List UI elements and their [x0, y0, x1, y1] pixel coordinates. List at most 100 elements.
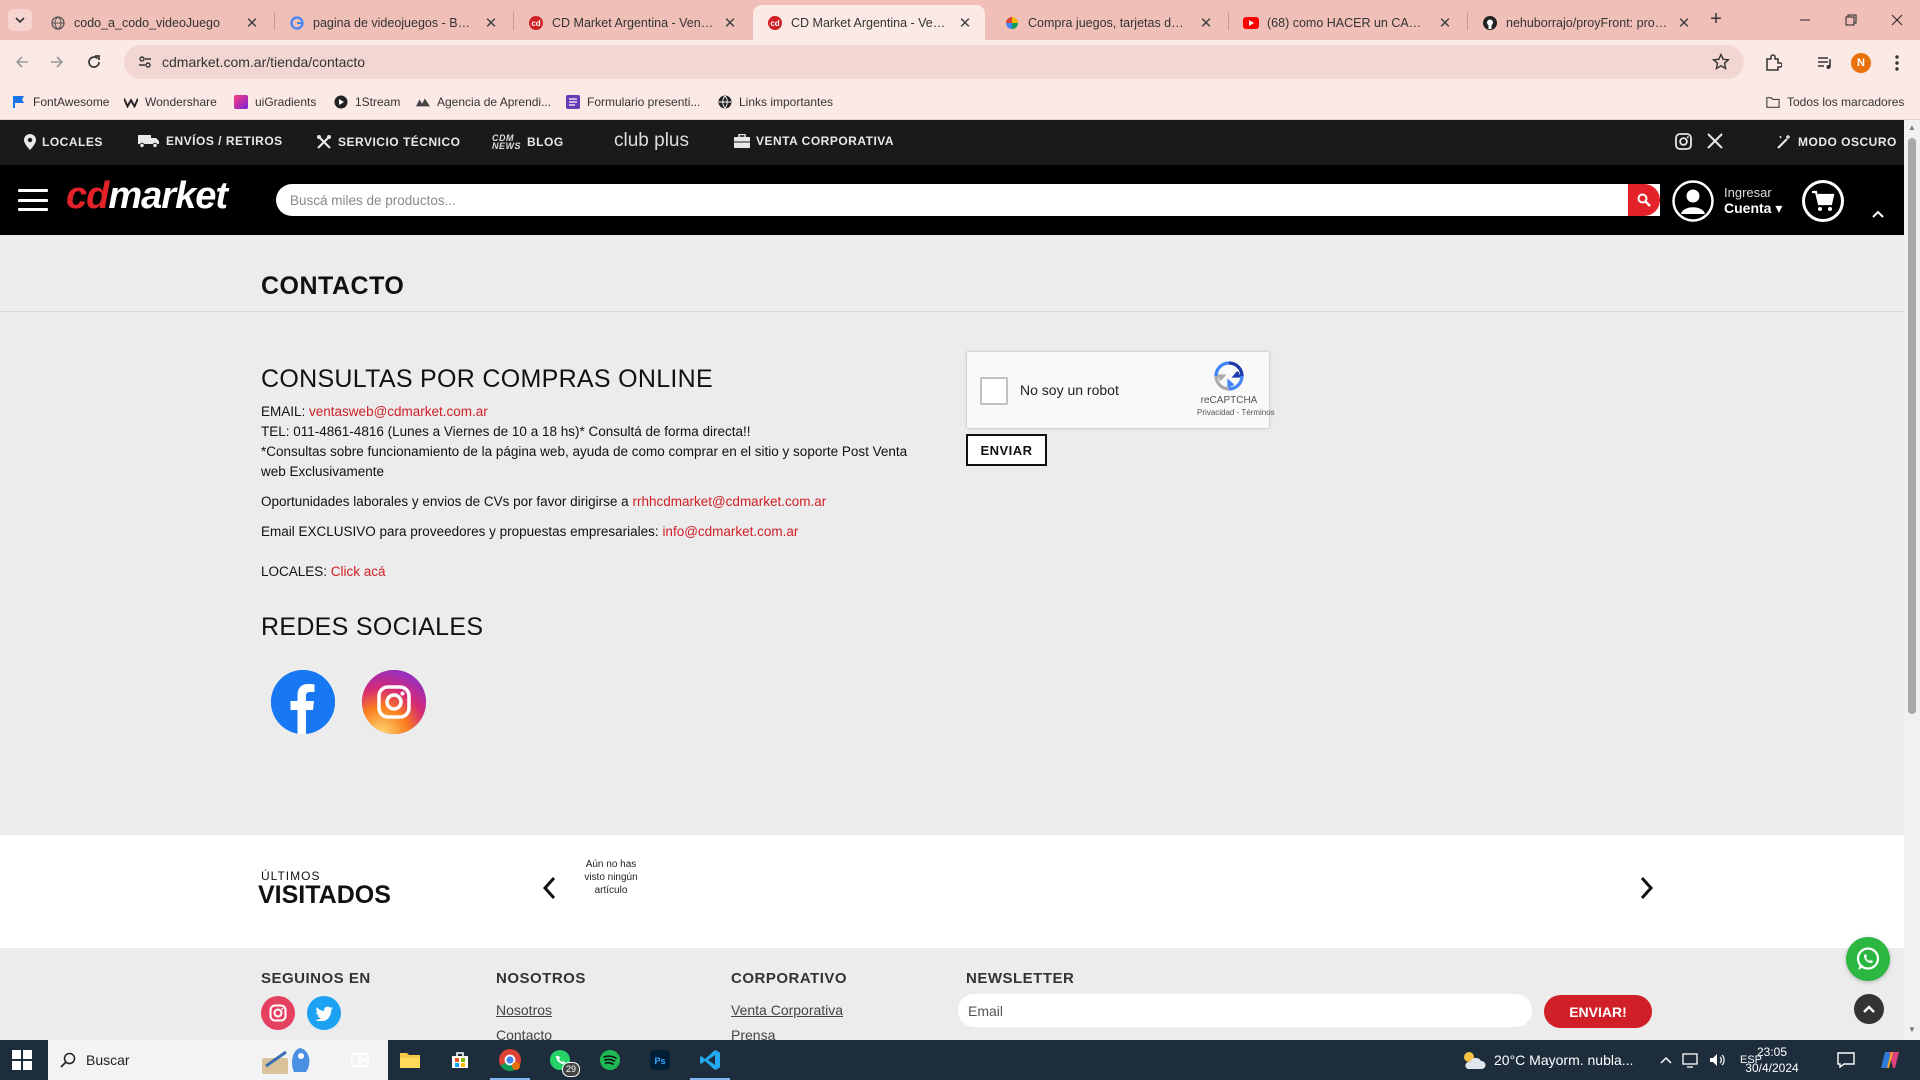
send-button[interactable]: ENVIAR — [966, 434, 1047, 466]
taskbar-task-view[interactable] — [336, 1040, 384, 1080]
reload-button[interactable] — [82, 50, 106, 74]
newsletter-submit-button[interactable]: ENVIAR! — [1544, 995, 1652, 1028]
footer-link-prensa[interactable]: Prensa — [731, 1027, 775, 1040]
carousel-next-button[interactable] — [1635, 873, 1659, 903]
nav-servicio-tecnico[interactable]: SERVICIO TÉCNICO — [316, 134, 460, 150]
instagram-icon[interactable] — [261, 996, 295, 1030]
taskbar-photoshop[interactable]: Ps — [636, 1040, 684, 1080]
bookmark-item[interactable]: Agencia de Aprendi... — [416, 93, 551, 111]
dark-mode-toggle[interactable]: MODO OSCURO — [1776, 134, 1897, 150]
media-control-icon[interactable] — [1814, 52, 1836, 74]
x-twitter-icon[interactable] — [1707, 133, 1723, 149]
cdm-news-logo-line2: NEWS — [492, 141, 521, 151]
browser-tab[interactable]: nehuborrajo/proyFront: proyecto ✕ — [1468, 5, 1704, 40]
bookmark-item[interactable]: FontAwesome — [12, 93, 109, 111]
newsletter-email-input[interactable] — [958, 994, 1532, 1027]
browser-tab[interactable]: Compra juegos, tarjetas de regalo ✕ — [990, 5, 1226, 40]
instagram-icon[interactable] — [362, 670, 426, 734]
close-icon[interactable]: ✕ — [722, 15, 738, 32]
cdmarket-icon: cd — [528, 15, 544, 31]
footer-link-venta-corporativa[interactable]: Venta Corporativa — [731, 1002, 843, 1018]
close-icon[interactable]: ✕ — [1437, 15, 1453, 32]
restore-button[interactable] — [1828, 6, 1874, 34]
site-info-icon[interactable] — [128, 45, 162, 79]
youtube-icon — [1243, 15, 1259, 31]
browser-tab-active[interactable]: cd CD Market Argentina - Venta en ✕ — [753, 5, 985, 40]
hamburger-menu-icon[interactable] — [18, 189, 48, 211]
nav-locales[interactable]: LOCALES — [24, 134, 103, 150]
search-input[interactable] — [276, 192, 1660, 208]
forward-button[interactable] — [45, 50, 69, 74]
chrome-menu-icon[interactable] — [1886, 52, 1908, 74]
collapse-header-button[interactable] — [1862, 205, 1894, 223]
close-icon[interactable]: ✕ — [483, 15, 499, 32]
notifications-button[interactable] — [1822, 1040, 1870, 1080]
taskbar-spotify[interactable] — [586, 1040, 634, 1080]
whatsapp-button[interactable] — [1846, 937, 1890, 981]
close-icon[interactable]: ✕ — [1676, 15, 1692, 32]
all-bookmarks-label: Todos los marcadores — [1787, 95, 1905, 109]
locales-label: LOCALES: — [261, 564, 328, 579]
bookmark-item[interactable]: Links importantes — [718, 93, 833, 111]
account-menu[interactable]: Ingresar Cuenta ▾ — [1672, 180, 1782, 222]
nav-envios[interactable]: ENVÍOS / RETIROS — [138, 134, 283, 148]
browser-tab[interactable]: pagina de videojuegos - Buscar ✕ — [275, 5, 511, 40]
weather-widget[interactable]: 20°C Mayorm. nubla... — [1460, 1040, 1633, 1080]
taskbar-vscode[interactable] — [686, 1040, 734, 1080]
close-icon[interactable]: ✕ — [957, 15, 973, 32]
footer-link-nosotros[interactable]: Nosotros — [496, 1002, 552, 1018]
info-email-link[interactable]: info@cdmarket.com.ar — [662, 524, 798, 539]
bookmark-star-icon[interactable] — [1712, 53, 1730, 71]
scroll-to-top-button[interactable] — [1854, 994, 1884, 1024]
recaptcha-checkbox[interactable] — [980, 377, 1008, 405]
search-button[interactable] — [1628, 184, 1660, 216]
copilot-button[interactable] — [1866, 1040, 1914, 1080]
tab-title: (68) como HACER un CARRUSEL — [1267, 15, 1429, 30]
carousel-prev-button[interactable] — [537, 873, 561, 903]
close-icon[interactable]: ✕ — [244, 15, 260, 32]
scroll-down-arrow-icon[interactable]: ▼ — [1908, 1026, 1916, 1034]
recaptcha-links[interactable]: Privacidad - Términos — [1197, 408, 1275, 417]
taskbar-file-explorer[interactable] — [386, 1040, 434, 1080]
facebook-icon[interactable] — [271, 670, 335, 734]
bookmark-item[interactable]: 1Stream — [334, 93, 400, 111]
browser-tab[interactable]: codo_a_codo_videoJuego ✕ — [36, 5, 272, 40]
bookmark-item[interactable]: Wondershare — [124, 93, 217, 111]
taskbar-chrome[interactable] — [486, 1040, 534, 1080]
footer-link-contacto[interactable]: Contacto — [496, 1027, 552, 1040]
twitter-icon[interactable] — [307, 996, 341, 1030]
scroll-up-arrow-icon[interactable]: ▲ — [1908, 124, 1916, 132]
address-bar[interactable]: cdmarket.com.ar/tienda/contacto — [124, 45, 1744, 79]
new-tab-button[interactable]: + — [1704, 9, 1728, 31]
close-icon[interactable]: ✕ — [1198, 15, 1214, 32]
bookmark-item[interactable]: uiGradients — [234, 93, 316, 111]
windows-start-button[interactable] — [12, 1050, 32, 1070]
instagram-icon[interactable] — [1675, 133, 1692, 150]
close-window-button[interactable] — [1874, 6, 1920, 34]
bookmark-item[interactable]: Formulario presenti... — [566, 93, 700, 111]
scrollbar-thumb[interactable] — [1908, 138, 1916, 714]
locales-link[interactable]: Click acá — [331, 564, 386, 579]
recaptcha-label: No soy un robot — [1020, 382, 1119, 398]
nav-blog[interactable]: CDM NEWS BLOG — [492, 134, 564, 151]
taskbar-store[interactable] — [436, 1040, 484, 1080]
taskbar-whatsapp[interactable]: 29 — [536, 1040, 584, 1080]
nav-clubplus[interactable]: club plus — [614, 130, 689, 152]
minimize-button[interactable] — [1782, 6, 1828, 34]
cdmarket-logo[interactable]: cdmarket — [66, 175, 228, 218]
back-button[interactable] — [10, 50, 34, 74]
browser-tab[interactable]: cd CD Market Argentina - Venta en ✕ — [514, 5, 750, 40]
browser-tab[interactable]: (68) como HACER un CARRUSEL ✕ — [1229, 5, 1465, 40]
arrow-left-icon — [15, 56, 28, 68]
profile-avatar[interactable]: N — [1850, 52, 1872, 74]
extensions-icon[interactable] — [1762, 52, 1784, 74]
tab-search-button[interactable] — [8, 9, 32, 31]
cart-button[interactable] — [1802, 180, 1844, 222]
taskbar-clock[interactable]: 23:05 30/4/2024 — [1742, 1044, 1802, 1076]
nav-venta-corporativa[interactable]: VENTA CORPORATIVA — [734, 134, 894, 148]
windows-logo-icon — [12, 1050, 32, 1070]
hr-email-link[interactable]: rrhhcdmarket@cdmarket.com.ar — [632, 494, 826, 509]
page-scrollbar[interactable]: ▲ ▼ — [1904, 120, 1920, 1040]
sales-email-link[interactable]: ventasweb@cdmarket.com.ar — [309, 404, 488, 419]
all-bookmarks-button[interactable]: Todos los marcadores — [1766, 93, 1904, 111]
